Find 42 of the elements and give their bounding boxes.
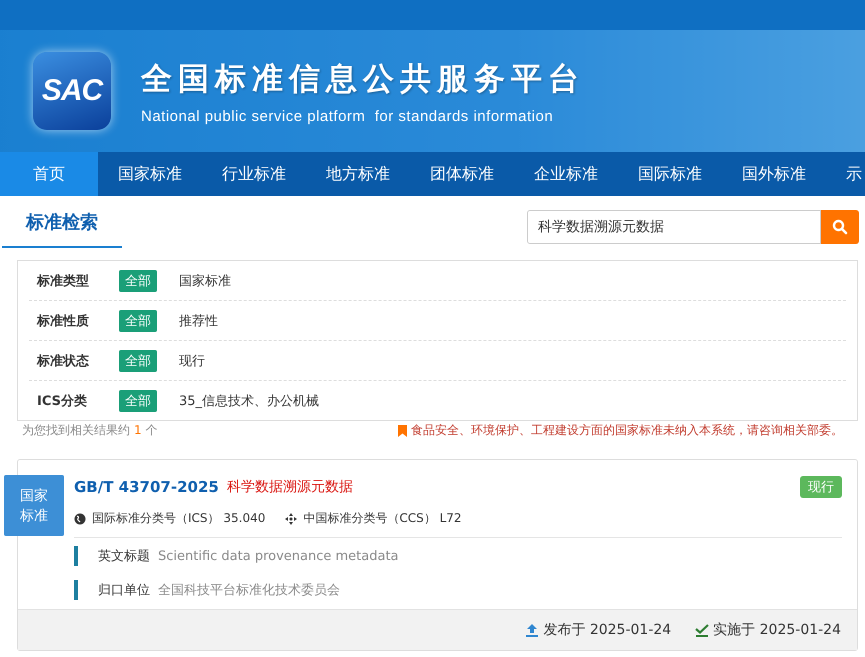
filter-label: 标准类型 bbox=[36, 272, 90, 290]
nav-item[interactable]: 国家标准 bbox=[98, 152, 202, 196]
field-label: 归口单位 bbox=[98, 582, 150, 599]
effective-date: 实施于 2025-01-24 bbox=[713, 621, 841, 639]
logo: SAC bbox=[33, 52, 111, 130]
search-field[interactable]: 科学数据溯源元数据 bbox=[527, 210, 821, 244]
filter-label: 标准状态 bbox=[36, 352, 90, 370]
filter-value[interactable]: 现行 bbox=[179, 352, 205, 370]
search-icon bbox=[832, 219, 848, 235]
nav-item[interactable]: 国外标准 bbox=[722, 152, 826, 196]
filter-label: ICS分类 bbox=[36, 392, 88, 410]
filter-value[interactable]: 35_信息技术、办公机械 bbox=[179, 392, 320, 410]
publish-date: 发布于 2025-01-24 bbox=[543, 621, 672, 639]
filter-value[interactable]: 国家标准 bbox=[179, 272, 231, 290]
field-label: 英文标题 bbox=[98, 548, 150, 565]
nav-item[interactable]: 企业标准 bbox=[514, 152, 618, 196]
result-count: 为您找到相关结果约 1 个 bbox=[22, 422, 158, 439]
status-badge: 现行 bbox=[800, 476, 842, 498]
ccs-info: 中国标准分类号（CCS） L72 bbox=[303, 510, 462, 527]
nav-item[interactable]: 示 bbox=[826, 152, 865, 196]
crosshair-icon bbox=[285, 512, 298, 524]
nav-item[interactable]: 国际标准 bbox=[618, 152, 722, 196]
nav-item[interactable]: 行业标准 bbox=[202, 152, 306, 196]
filter-label: 标准性质 bbox=[36, 312, 90, 330]
standard-code-link[interactable]: GB/T 43707-2025 bbox=[74, 478, 219, 496]
nav-item[interactable]: 首页 bbox=[0, 152, 98, 196]
nav-item[interactable]: 地方标准 bbox=[306, 152, 410, 196]
standard-title: 科学数据溯源元数据 bbox=[226, 478, 353, 496]
field-value: Scientific data provenance metadata bbox=[158, 548, 399, 564]
filter-value[interactable]: 推荐性 bbox=[179, 312, 218, 330]
search-button[interactable] bbox=[821, 210, 859, 244]
category-badge: 国家标准 bbox=[4, 475, 64, 536]
ics-info: 国际标准分类号（ICS） 35.040 bbox=[92, 510, 266, 527]
field-value: 全国科技平台标准化技术委员会 bbox=[158, 582, 340, 599]
nav-item[interactable]: 团体标准 bbox=[410, 152, 514, 196]
site-subtitle: National public service platform for standards information bbox=[141, 108, 554, 124]
checkmark-icon bbox=[695, 623, 710, 637]
notice-text: 食品安全、环境保护、工程建设方面的国家标准未纳入本系统，请咨询相关部委。 bbox=[411, 422, 843, 439]
site-title: 全国标准信息公共服务平台 bbox=[141, 60, 585, 98]
bookmark-icon bbox=[398, 424, 407, 436]
upload-icon bbox=[525, 623, 540, 637]
search-tab[interactable]: 标准检索 bbox=[2, 210, 122, 248]
